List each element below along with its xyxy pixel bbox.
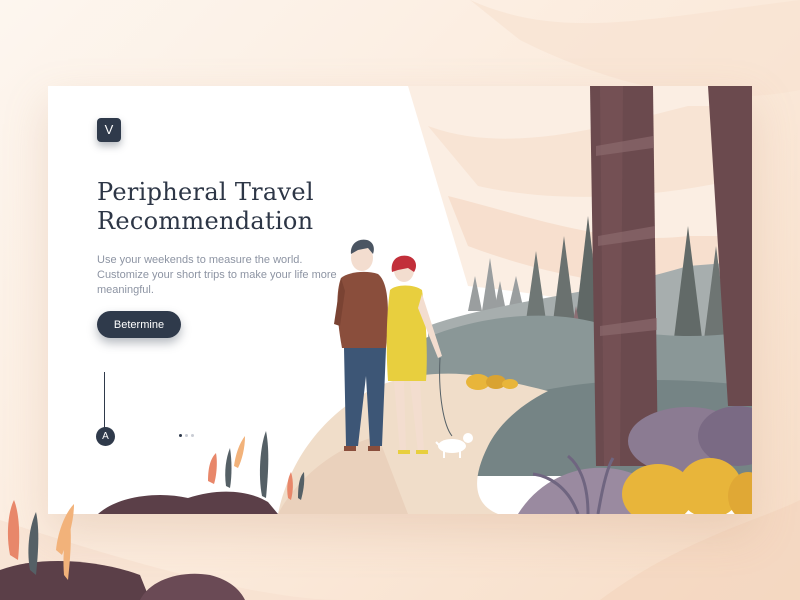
page-title: Peripheral Travel Recommendation	[97, 178, 357, 236]
pager-dot[interactable]	[185, 434, 188, 437]
brand-logo[interactable]: V	[97, 118, 121, 142]
page-title-line-2: Recommendation	[97, 207, 314, 235]
betermine-button[interactable]: Betermine	[97, 311, 181, 338]
pager-dot[interactable]	[191, 434, 194, 437]
scroll-indicator[interactable]: A	[96, 427, 115, 446]
hero-content: V Peripheral Travel Recommendation Use y…	[48, 86, 348, 514]
scroll-track	[104, 372, 105, 428]
hero-card: V Peripheral Travel Recommendation Use y…	[48, 86, 752, 514]
hero-description: Use your weekends to measure the world. …	[97, 254, 337, 296]
pager-dot[interactable]	[179, 434, 182, 437]
page-title-line-1: Peripheral Travel	[97, 178, 314, 206]
slide-pager	[179, 434, 197, 438]
